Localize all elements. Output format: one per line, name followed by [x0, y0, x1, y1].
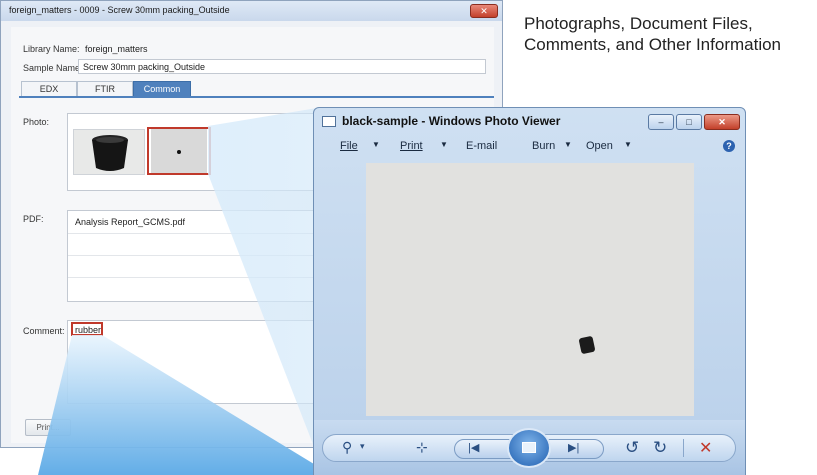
menu-file[interactable]: File: [340, 140, 358, 152]
rotate-counterclockwise-icon[interactable]: ↺: [625, 438, 639, 458]
tab-edx[interactable]: EDX: [21, 81, 77, 97]
next-button-icon[interactable]: ▶|: [568, 441, 579, 454]
sample-name-value: Screw 30mm packing_Outside: [83, 62, 206, 72]
pdf-label: PDF:: [23, 214, 44, 224]
zoom-caret-icon[interactable]: ▾: [360, 441, 365, 452]
pdf-file-item[interactable]: Analysis Report_GCMS.pdf: [75, 217, 185, 227]
library-window-close-button[interactable]: ✕: [470, 4, 498, 18]
comment-label: Comment:: [23, 326, 65, 336]
photo-highlight-box: [147, 127, 211, 175]
library-name-value: foreign_matters: [85, 44, 148, 54]
menu-open-caret-icon[interactable]: ▼: [624, 140, 632, 149]
sample-name-field[interactable]: Screw 30mm packing_Outside: [78, 59, 486, 74]
actual-size-icon[interactable]: ⊹: [416, 439, 428, 456]
sample-name-label: Sample Name:: [23, 63, 83, 73]
menu-burn-caret-icon[interactable]: ▼: [564, 140, 572, 149]
close-button[interactable]: ✕: [704, 114, 740, 130]
help-icon[interactable]: ?: [723, 140, 735, 152]
menu-file-caret-icon[interactable]: ▼: [372, 140, 380, 149]
previous-button-icon[interactable]: |◀: [468, 441, 479, 454]
rotate-clockwise-icon[interactable]: ↻: [653, 438, 667, 458]
photo-thumbnail-cup[interactable]: [73, 129, 145, 175]
tab-underline: [19, 96, 494, 98]
menu-email[interactable]: E-mail: [466, 140, 497, 152]
print-button[interactable]: Print...: [25, 419, 71, 436]
photo-viewer-toolbar: ⚲ ▾ ⊹ |◀ ▶| ↺ ↻ ✕: [314, 420, 745, 475]
slideshow-button[interactable]: [507, 428, 551, 468]
photo-viewer-title: black-sample - Windows Photo Viewer: [342, 114, 561, 128]
cup-image: [92, 135, 128, 171]
slideshow-icon: [522, 442, 536, 453]
photo-label: Photo:: [23, 117, 50, 127]
menu-print[interactable]: Print: [400, 140, 423, 152]
menu-open[interactable]: Open: [586, 140, 613, 152]
menu-burn[interactable]: Burn: [532, 140, 555, 152]
library-name-label: Library Name:: [23, 44, 80, 54]
library-window-title: foreign_matters - 0009 - Screw 30mm pack…: [9, 5, 230, 15]
page-heading: Photographs, Document Files, Comments, a…: [524, 14, 782, 54]
photo-viewer-app-icon: [322, 116, 336, 127]
tab-ftir[interactable]: FTIR: [77, 81, 133, 97]
zoom-icon[interactable]: ⚲: [342, 439, 352, 456]
delete-icon[interactable]: ✕: [699, 438, 712, 458]
library-window-titlebar: foreign_matters - 0009 - Screw 30mm pack…: [1, 1, 502, 21]
comment-highlight-box: [71, 322, 103, 336]
maximize-button[interactable]: □: [676, 114, 702, 130]
minimize-button[interactable]: –: [648, 114, 674, 130]
toolbar-divider: [683, 439, 684, 457]
black-sample-object: [578, 335, 596, 355]
tab-common[interactable]: Common: [133, 81, 191, 97]
photo-viewer-menubar: File ▼ Print ▼ E-mail Burn ▼ Open ▼ ?: [318, 136, 741, 158]
photo-viewer-window: black-sample - Windows Photo Viewer – □ …: [313, 107, 746, 475]
menu-print-caret-icon[interactable]: ▼: [440, 140, 448, 149]
photo-display-area: [366, 163, 694, 416]
